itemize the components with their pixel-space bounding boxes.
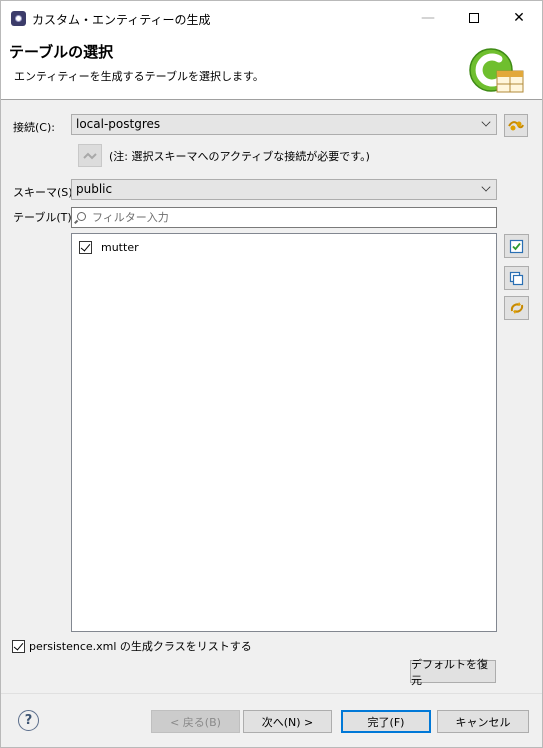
schema-label: スキーマ(S): [13, 186, 77, 199]
dialog-window: カスタム・エンティティーの生成 — ✕ テーブルの選択 エンティティーを生成する… [0, 0, 543, 748]
maximize-button[interactable] [451, 1, 497, 35]
schema-value: public [76, 182, 113, 196]
connection-note: (注: 選択スキーマへのアクティブな接続が必要です。) [109, 150, 370, 163]
next-button[interactable]: 次へ(N) > [243, 710, 332, 733]
restore-defaults-button[interactable]: デフォルトを復元 [410, 658, 496, 687]
connection-label: 接続(C): [13, 121, 55, 134]
reconnect-button[interactable] [78, 144, 102, 167]
persistence-checkbox[interactable] [12, 639, 25, 653]
back-button[interactable]: < 戻る(B) [151, 710, 240, 733]
list-item[interactable]: mutter [79, 238, 139, 256]
wizard-header: テーブルの選択 エンティティーを生成するテーブルを選択します。 [1, 35, 542, 100]
window-title: カスタム・エンティティーの生成 [32, 13, 211, 27]
maximize-icon [469, 13, 479, 23]
connection-select[interactable]: local-postgres [71, 114, 497, 135]
schema-select[interactable]: public [71, 179, 497, 200]
cancel-button[interactable]: キャンセル [437, 710, 529, 733]
tables-label: テーブル(T): [13, 211, 76, 224]
refresh-icon [510, 302, 523, 314]
connection-value: local-postgres [76, 117, 161, 131]
filter-placeholder: フィルター入力 [92, 211, 169, 224]
select-all-icon [509, 239, 524, 253]
close-button[interactable]: ✕ [496, 1, 542, 35]
chevron-down-icon [481, 182, 491, 192]
deselect-all-button[interactable] [504, 266, 529, 290]
finish-button[interactable]: 完了(F) [341, 710, 431, 733]
chevron-down-icon [481, 117, 491, 127]
add-connection-button[interactable] [504, 114, 528, 137]
help-icon[interactable]: ? [18, 710, 39, 731]
table-filter-input[interactable]: フィルター入力 [71, 207, 497, 228]
search-icon [77, 212, 86, 221]
connection-plug-icon [508, 120, 524, 130]
table-name: mutter [101, 240, 139, 254]
entity-wizard-icon [469, 48, 524, 93]
table-checkbox[interactable] [79, 240, 92, 254]
select-all-button[interactable] [504, 234, 529, 258]
page-title: テーブルの選択 [9, 43, 114, 61]
persistence-option[interactable]: persistence.xml の生成クラスをリストする [12, 638, 252, 654]
table-list[interactable]: mutter [71, 233, 497, 632]
eclipse-app-icon [11, 11, 26, 26]
footer-separator [1, 693, 542, 694]
page-description: エンティティーを生成するテーブルを選択します。 [14, 70, 264, 83]
persistence-label: persistence.xml の生成クラスをリストする [29, 640, 252, 653]
minimize-button[interactable]: — [405, 1, 451, 35]
deselect-all-icon [509, 271, 524, 285]
plug-disabled-icon [83, 152, 97, 159]
title-bar[interactable]: カスタム・エンティティーの生成 — ✕ [1, 1, 542, 35]
refresh-tables-button[interactable] [504, 296, 529, 320]
